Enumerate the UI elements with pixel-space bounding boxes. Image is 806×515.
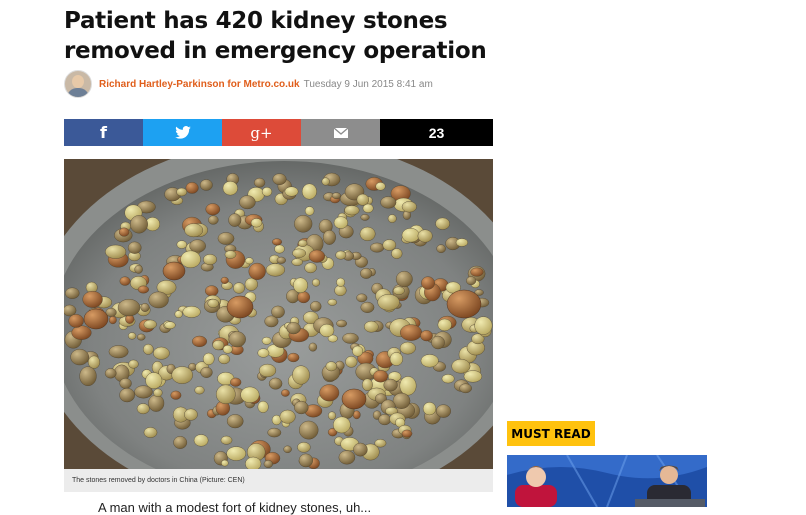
envelope-icon	[333, 127, 348, 138]
must-read-thumbnail[interactable]	[507, 455, 707, 507]
photo-caption: The stones removed by doctors in China (…	[64, 469, 493, 492]
publish-date: Tuesday 9 Jun 2015 8:41 am	[303, 78, 433, 90]
facebook-icon: f	[100, 123, 107, 142]
article-headline: Patient has 420 kidney stones removed in…	[64, 8, 487, 64]
article-body-first-line: A man with a modest fort of kidney stone…	[98, 500, 372, 515]
author-avatar[interactable]	[64, 70, 92, 98]
must-read-label: MUST READ	[507, 421, 595, 446]
email-share-button[interactable]	[301, 119, 380, 146]
kidney-stones-photo	[64, 159, 493, 469]
author-link[interactable]: Richard Hartley-Parkinson for Metro.co.u…	[99, 79, 300, 90]
twitter-share-button[interactable]	[143, 119, 222, 146]
article-photo[interactable]	[64, 159, 493, 469]
googleplus-icon: g+	[250, 123, 273, 142]
twitter-icon	[174, 126, 191, 139]
news-show-thumbnail	[507, 455, 707, 507]
share-count: 23	[380, 119, 493, 146]
byline: Richard Hartley-Parkinson for Metro.co.u…	[64, 70, 433, 98]
googleplus-share-button[interactable]: g+	[222, 119, 301, 146]
share-bar: f g+ 23	[64, 119, 493, 146]
facebook-share-button[interactable]: f	[64, 119, 143, 146]
